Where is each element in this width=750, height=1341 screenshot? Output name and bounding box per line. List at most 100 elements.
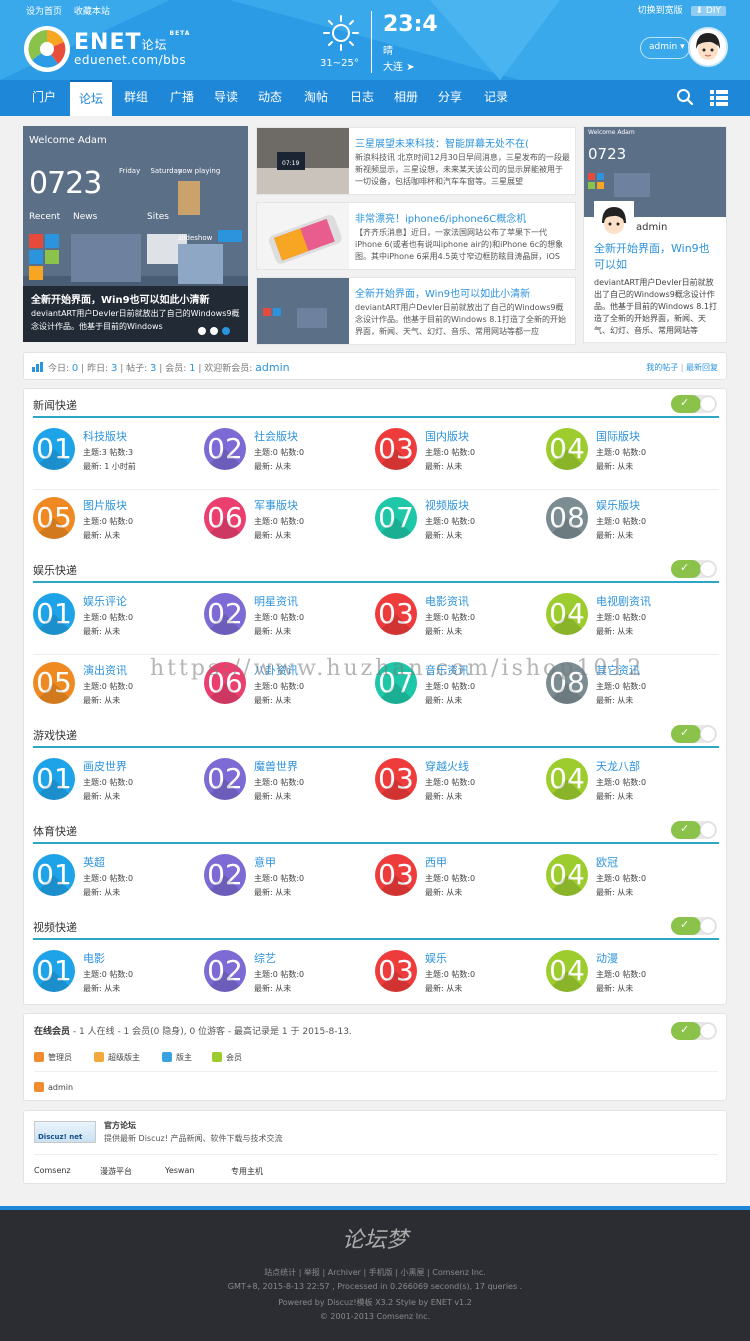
link-manyou[interactable]: 漫游平台 [100,1166,132,1177]
forum-number-icon[interactable]: 02 [204,854,246,896]
forum-name[interactable]: 娱乐评论 [83,593,127,609]
footer-links[interactable]: 站点统计 | 举报 | Archiver | 手机版 | 小黑屋 | Comse… [0,1267,750,1278]
forum-name[interactable]: 明星资讯 [254,593,298,609]
forum-name[interactable]: 国际版块 [596,428,640,444]
forum-number-icon[interactable]: 03 [375,854,417,896]
forum-number-icon[interactable]: 01 [33,428,75,470]
forum-number-icon[interactable]: 03 [375,428,417,470]
featured-slider[interactable]: Welcome Adam 0723 Friday Saturday now pl… [23,126,248,342]
section-title[interactable]: 游戏快递 [33,727,77,743]
news-item[interactable]: 全新开始界面，Win9也可以如此小清新 deviantART用户Devler日前… [256,277,576,345]
forum-item[interactable]: 01 英超 主题:0 帖数:0 最新: 从未 [33,852,193,902]
forum-item[interactable]: 03 穿越火线 主题:0 帖数:0 最新: 从未 [375,756,535,806]
forum-number-icon[interactable]: 07 [375,662,417,704]
forum-number-icon[interactable]: 08 [546,497,588,539]
forum-item[interactable]: 07 音乐资讯 主题:0 帖数:0 最新: 从未 [375,660,535,710]
forum-name[interactable]: 动漫 [596,950,618,966]
forum-item[interactable]: 05 图片版块 主题:0 帖数:0 最新: 从未 [33,495,193,545]
forum-item[interactable]: 01 电影 主题:0 帖数:0 最新: 从未 [33,948,193,998]
logo-icon[interactable] [24,26,70,72]
profile-avatar[interactable] [594,201,634,241]
nav-item-collection[interactable]: 淘帖 [296,80,336,116]
forum-name[interactable]: 国内版块 [425,428,469,444]
online-user[interactable]: admin [34,1082,73,1092]
forum-item[interactable]: 04 电视剧资讯 主题:0 帖数:0 最新: 从未 [546,591,706,641]
newest-member-link[interactable]: admin [255,361,289,374]
forum-number-icon[interactable]: 01 [33,854,75,896]
slider-dot-active[interactable] [222,327,230,335]
forum-name[interactable]: 画皮世界 [83,758,127,774]
forum-number-icon[interactable]: 04 [546,758,588,800]
search-icon[interactable] [676,88,694,106]
section-toggle[interactable]: ✓ [671,395,717,413]
profile-name[interactable]: admin [636,222,667,233]
forum-name[interactable]: 其它资讯 [596,662,640,678]
forum-item[interactable]: 01 娱乐评论 主题:0 帖数:0 最新: 从未 [33,591,193,641]
slider-dot[interactable] [210,327,218,335]
my-posts-link[interactable]: 我的帖子 [646,363,678,372]
link-yeswan[interactable]: Yeswan [165,1166,194,1175]
nav-item-share[interactable]: 分享 [430,80,470,116]
forum-name[interactable]: 电视剧资讯 [596,593,651,609]
nav-item-album[interactable]: 相册 [386,80,426,116]
forum-name[interactable]: 电影 [83,950,105,966]
forum-item[interactable]: 03 电影资讯 主题:0 帖数:0 最新: 从未 [375,591,535,641]
forum-name[interactable]: 综艺 [254,950,276,966]
forum-number-icon[interactable]: 04 [546,593,588,635]
nav-item-groups[interactable]: 群组 [116,80,156,116]
section-toggle[interactable]: ✓ [671,821,717,839]
forum-item[interactable]: 08 其它资讯 主题:0 帖数:0 最新: 从未 [546,660,706,710]
forum-item[interactable]: 04 国际版块 主题:0 帖数:0 最新: 从未 [546,426,706,476]
diy-button[interactable]: ⬇ DIY [690,6,726,16]
forum-number-icon[interactable]: 07 [375,497,417,539]
forum-item[interactable]: 07 视频版块 主题:0 帖数:0 最新: 从未 [375,495,535,545]
online-title[interactable]: 在线会员 [34,1027,70,1037]
forum-name[interactable]: 视频版块 [425,497,469,513]
forum-number-icon[interactable]: 02 [204,950,246,992]
nav-item-broadcast[interactable]: 广播 [162,80,202,116]
forum-name[interactable]: 穿越火线 [425,758,469,774]
forum-item[interactable]: 02 意甲 主题:0 帖数:0 最新: 从未 [204,852,364,902]
news-item[interactable]: 07:19 三星展望未来科技：智能屏幕无处不在( 新浪科技讯 北京时间12月30… [256,127,576,195]
forum-name[interactable]: 娱乐 [425,950,447,966]
official-forum-title[interactable]: 官方论坛 [104,1120,136,1131]
news-item[interactable]: 非常漂亮！iphone6/iphone6C概念机 【齐齐乐消息】近日，一家法国网… [256,202,576,270]
forum-name[interactable]: 军事版块 [254,497,298,513]
forum-item[interactable]: 04 天龙八部 主题:0 帖数:0 最新: 从未 [546,756,706,806]
forum-item[interactable]: 02 明星资讯 主题:0 帖数:0 最新: 从未 [204,591,364,641]
set-homepage-link[interactable]: 设为首页 [26,7,62,17]
forum-name[interactable]: 科技版块 [83,428,127,444]
forum-item[interactable]: 01 科技版块 主题:3 帖数:3 最新: 1 小时前 [33,426,193,476]
section-toggle[interactable]: ✓ [671,560,717,578]
nav-item-forum[interactable]: 论坛 [70,80,112,116]
forum-name[interactable]: 八卦资讯 [254,662,298,678]
forum-number-icon[interactable]: 02 [204,758,246,800]
slider-dot[interactable] [198,327,206,335]
news-title[interactable]: 非常漂亮！iphone6/iphone6C概念机 [355,210,526,225]
section-toggle[interactable]: ✓ [671,917,717,935]
forum-number-icon[interactable]: 06 [204,497,246,539]
grid-menu-icon[interactable] [710,90,728,106]
forum-name[interactable]: 西甲 [425,854,447,870]
forum-name[interactable]: 英超 [83,854,105,870]
section-toggle[interactable]: ✓ [671,725,717,743]
forum-number-icon[interactable]: 06 [204,662,246,704]
section-title[interactable]: 视频快递 [33,919,77,935]
forum-item[interactable]: 03 娱乐 主题:0 帖数:0 最新: 从未 [375,948,535,998]
user-menu-button[interactable]: admin ▾ [640,37,690,59]
forum-item[interactable]: 06 军事版块 主题:0 帖数:0 最新: 从未 [204,495,364,545]
forum-item[interactable]: 01 画皮世界 主题:0 帖数:0 最新: 从未 [33,756,193,806]
nav-item-guide[interactable]: 导读 [206,80,246,116]
forum-number-icon[interactable]: 04 [546,950,588,992]
site-logo[interactable]: ENET论坛BETA eduenet.com/bbs [74,30,190,67]
forum-number-icon[interactable]: 01 [33,950,75,992]
forum-number-icon[interactable]: 03 [375,593,417,635]
nav-item-portal[interactable]: 门户 [24,80,64,116]
forum-item[interactable]: 02 魔兽世界 主题:0 帖数:0 最新: 从未 [204,756,364,806]
nav-item-records[interactable]: 记录 [476,80,516,116]
forum-number-icon[interactable]: 04 [546,854,588,896]
forum-name[interactable]: 欧冠 [596,854,618,870]
section-title[interactable]: 新闻快递 [33,397,77,413]
forum-item[interactable]: 03 国内版块 主题:0 帖数:0 最新: 从未 [375,426,535,476]
forum-number-icon[interactable]: 08 [546,662,588,704]
